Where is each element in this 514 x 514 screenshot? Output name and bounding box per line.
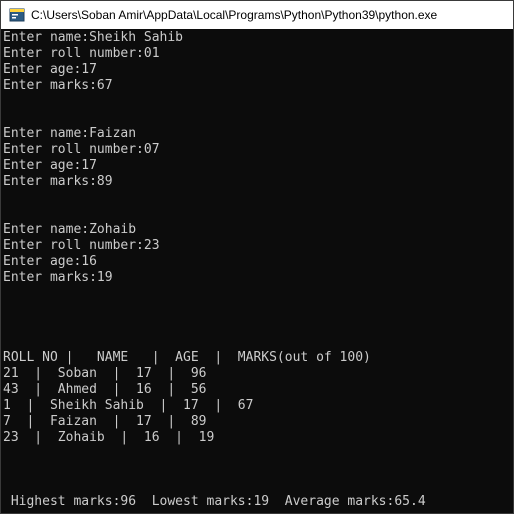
console-line: Enter roll number:01 — [3, 46, 160, 61]
console-line: Enter name:Faizan — [3, 126, 137, 141]
console-line: Enter roll number:07 — [3, 142, 160, 157]
console-line: 21 | Soban | 17 | 96 — [3, 366, 207, 381]
console-line: Enter marks:89 — [3, 174, 113, 189]
console-line: Enter age:17 — [3, 158, 97, 173]
title-bar[interactable]: C:\Users\Soban Amir\AppData\Local\Progra… — [1, 1, 513, 29]
console-line: 23 | Zohaib | 16 | 19 — [3, 430, 215, 445]
console-line: ROLL NO | NAME | AGE | MARKS(out of 100) — [3, 350, 371, 365]
console-line: Enter name:Zohaib — [3, 222, 137, 237]
console-line: Enter roll number:23 — [3, 238, 160, 253]
console-window[interactable]: C:\Users\Soban Amir\AppData\Local\Progra… — [0, 0, 514, 514]
console-line: Highest marks:96 Lowest marks:19 Average… — [3, 494, 426, 509]
console-line: Enter age:16 — [3, 254, 97, 269]
console-line: Enter name:Sheikh Sahib — [3, 30, 184, 45]
console-line: 43 | Ahmed | 16 | 56 — [3, 382, 207, 397]
window-title: C:\Users\Soban Amir\AppData\Local\Progra… — [31, 8, 438, 22]
console-line: Enter marks:19 — [3, 270, 113, 285]
python-console-icon — [9, 8, 25, 22]
console-line: Enter marks:67 — [3, 78, 113, 93]
console-output[interactable]: Enter name:Sheikh Sahib Enter roll number… — [3, 30, 511, 510]
console-line: Enter age:17 — [3, 62, 97, 77]
console-line: 7 | Faizan | 17 | 89 — [3, 414, 207, 429]
console-line: 1 | Sheikh Sahib | 17 | 67 — [3, 398, 254, 413]
